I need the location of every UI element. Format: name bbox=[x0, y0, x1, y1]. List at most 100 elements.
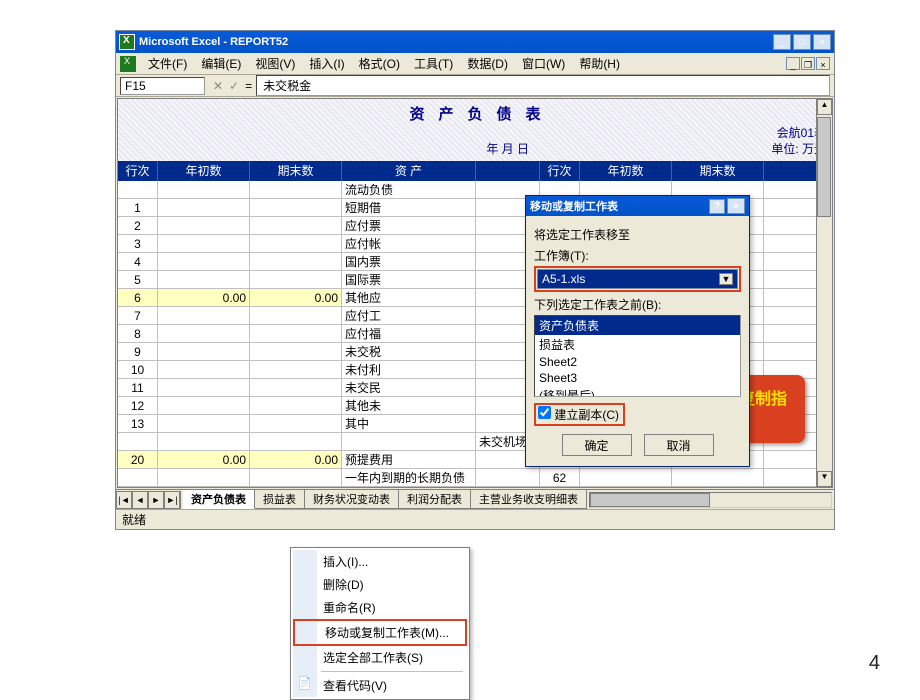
cell-rownum[interactable]: 20 bbox=[118, 451, 158, 468]
cell-rownum[interactable]: 12 bbox=[118, 397, 158, 414]
cell-rownum[interactable]: 2 bbox=[118, 217, 158, 234]
cell-asset[interactable]: 预提费用 bbox=[342, 451, 476, 468]
cell-asset[interactable]: 应付福 bbox=[342, 325, 476, 342]
menu-view[interactable]: 视图(V) bbox=[249, 54, 301, 73]
before-sheet-list[interactable]: 资产负债表损益表Sheet2Sheet3(移到最后) bbox=[534, 315, 741, 397]
cell-asset[interactable]: 其他应 bbox=[342, 289, 476, 306]
context-menu-item[interactable]: 删除(D) bbox=[293, 573, 467, 596]
cell-rownum[interactable] bbox=[118, 469, 158, 486]
cell-rownum[interactable]: 3 bbox=[118, 235, 158, 252]
cell-begin[interactable] bbox=[158, 379, 250, 396]
cell-asset[interactable]: 一年内到期的长期负债 bbox=[342, 469, 476, 486]
sheet-tab[interactable]: 财务状况变动表 bbox=[305, 490, 399, 509]
formula-input[interactable]: 未交税金 bbox=[256, 75, 830, 96]
sheet-tab[interactable]: 损益表 bbox=[255, 490, 305, 509]
dialog-help-button[interactable]: ? bbox=[709, 199, 725, 214]
menu-file[interactable]: 文件(F) bbox=[142, 54, 193, 73]
cell-end[interactable] bbox=[250, 307, 342, 324]
menu-help[interactable]: 帮助(H) bbox=[573, 54, 626, 73]
cell-asset[interactable]: 短期借 bbox=[342, 199, 476, 216]
cell-rownum[interactable]: 6 bbox=[118, 289, 158, 306]
dialog-list-item[interactable]: 资产负债表 bbox=[535, 316, 740, 335]
cell-asset[interactable]: 应付工 bbox=[342, 307, 476, 324]
dialog-list-item[interactable]: 损益表 bbox=[535, 335, 740, 354]
cell-end2[interactable] bbox=[672, 469, 764, 486]
cell-asset[interactable]: 其他未 bbox=[342, 397, 476, 414]
cell-begin[interactable] bbox=[158, 235, 250, 252]
menu-insert[interactable]: 插入(I) bbox=[303, 54, 350, 73]
ok-button[interactable]: 确定 bbox=[562, 434, 632, 456]
cell-end[interactable]: 0.00 bbox=[250, 289, 342, 306]
scroll-thumb[interactable] bbox=[817, 117, 831, 217]
cell-end[interactable] bbox=[250, 253, 342, 270]
cell-end[interactable] bbox=[250, 235, 342, 252]
cell-rownum[interactable]: 10 bbox=[118, 361, 158, 378]
cell-rownum[interactable]: 8 bbox=[118, 325, 158, 342]
context-menu-item[interactable]: 选定全部工作表(S) bbox=[293, 646, 467, 669]
cell-rownum[interactable]: 7 bbox=[118, 307, 158, 324]
dialog-title-bar[interactable]: 移动或复制工作表 ? × bbox=[526, 196, 749, 216]
cell-end[interactable] bbox=[250, 271, 342, 288]
doc-restore-button[interactable]: ❐ bbox=[801, 57, 815, 70]
cell-begin[interactable] bbox=[158, 469, 250, 486]
menu-edit[interactable]: 编辑(E) bbox=[195, 54, 247, 73]
cell-end[interactable] bbox=[250, 469, 342, 486]
cell-end[interactable] bbox=[250, 379, 342, 396]
create-copy-checkbox[interactable]: 建立副本(C) bbox=[538, 408, 619, 422]
tab-next-button[interactable]: ► bbox=[148, 491, 164, 509]
cell-end[interactable] bbox=[250, 217, 342, 234]
cell-begin[interactable] bbox=[158, 181, 250, 198]
dialog-list-item[interactable]: (移到最后) bbox=[535, 386, 740, 397]
cell-rownum[interactable] bbox=[118, 181, 158, 198]
doc-close-button[interactable]: × bbox=[816, 57, 830, 70]
menu-window[interactable]: 窗口(W) bbox=[516, 54, 571, 73]
cell-rownum[interactable]: 4 bbox=[118, 253, 158, 270]
cell-end[interactable] bbox=[250, 397, 342, 414]
hscroll-thumb[interactable] bbox=[590, 493, 710, 507]
cell-end[interactable] bbox=[250, 343, 342, 360]
cell-begin[interactable] bbox=[158, 397, 250, 414]
cell-begin2[interactable] bbox=[580, 469, 672, 486]
context-menu-item[interactable]: 插入(I)... bbox=[293, 550, 467, 573]
cell-asset[interactable]: 国内票 bbox=[342, 253, 476, 270]
cell-begin[interactable] bbox=[158, 433, 250, 450]
cell-asset[interactable]: 应付帐 bbox=[342, 235, 476, 252]
dialog-close-button[interactable]: × bbox=[727, 198, 745, 214]
cell-asset[interactable]: 国际票 bbox=[342, 271, 476, 288]
create-copy-input[interactable] bbox=[538, 406, 551, 419]
menu-format[interactable]: 格式(O) bbox=[353, 54, 406, 73]
fn-cancel-icon[interactable]: ✕ bbox=[213, 79, 223, 93]
tab-last-button[interactable]: ►| bbox=[164, 491, 180, 509]
context-menu-item[interactable]: 重命名(R) bbox=[293, 596, 467, 619]
menu-tools[interactable]: 工具(T) bbox=[408, 54, 459, 73]
cell-begin[interactable] bbox=[158, 217, 250, 234]
cell-begin[interactable]: 0.00 bbox=[158, 289, 250, 306]
sheet-tab[interactable]: 资产负债表 bbox=[183, 490, 255, 509]
scroll-up-button[interactable]: ▲ bbox=[817, 99, 832, 115]
menu-data[interactable]: 数据(D) bbox=[461, 54, 514, 73]
cell-begin[interactable] bbox=[158, 343, 250, 360]
cell-begin[interactable] bbox=[158, 361, 250, 378]
sheet-tab[interactable]: 利润分配表 bbox=[399, 490, 471, 509]
dialog-list-item[interactable]: Sheet3 bbox=[535, 370, 740, 386]
cell-asset[interactable]: 未交税 bbox=[342, 343, 476, 360]
cell-end[interactable]: 0.00 bbox=[250, 451, 342, 468]
horizontal-scrollbar[interactable] bbox=[589, 492, 832, 508]
vertical-scrollbar[interactable]: ▲ ▼ bbox=[816, 99, 832, 487]
scroll-down-button[interactable]: ▼ bbox=[817, 471, 832, 487]
workbook-combobox[interactable]: A5-1.xls ▼ bbox=[537, 269, 738, 289]
cell-asset[interactable]: 未付利 bbox=[342, 361, 476, 378]
cell-begin[interactable] bbox=[158, 307, 250, 324]
cell-begin[interactable] bbox=[158, 271, 250, 288]
cell-begin[interactable] bbox=[158, 415, 250, 432]
combo-arrow-icon[interactable]: ▼ bbox=[719, 273, 733, 285]
cell-end[interactable] bbox=[250, 361, 342, 378]
cell-asset[interactable] bbox=[342, 433, 476, 450]
cell-asset[interactable]: 其中 bbox=[342, 415, 476, 432]
context-menu-item[interactable]: 📄查看代码(V) bbox=[293, 674, 467, 697]
doc-minimize-button[interactable]: _ bbox=[786, 57, 800, 70]
cell-end[interactable] bbox=[250, 433, 342, 450]
cell-begin[interactable] bbox=[158, 253, 250, 270]
fn-enter-icon[interactable]: ✓ bbox=[229, 79, 239, 93]
cell-rownum[interactable] bbox=[118, 433, 158, 450]
